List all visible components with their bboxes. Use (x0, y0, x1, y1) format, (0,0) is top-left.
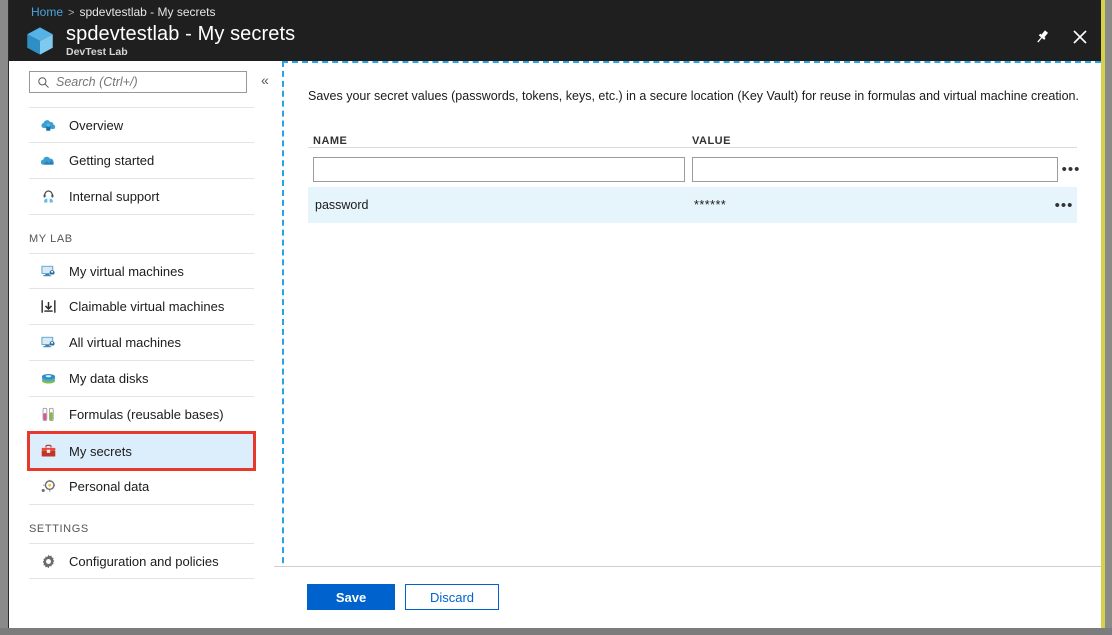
sidebar-item-label: Internal support (69, 189, 159, 204)
breadcrumb-home-link[interactable]: Home (31, 5, 63, 19)
collapse-nav-button[interactable]: « (261, 73, 269, 87)
sidebar-item-label: My secrets (69, 444, 132, 459)
sidebar-item-personal-data[interactable]: Personal data (29, 469, 254, 505)
window-bottom-strip (0, 628, 1112, 635)
secrets-grid: NAME VALUE ••• password (308, 123, 1077, 223)
new-secret-row: ••• (308, 148, 1077, 187)
column-header-value: VALUE (690, 135, 1051, 147)
gear-icon (39, 552, 57, 570)
content-pane: Saves your secret values (passwords, tok… (274, 61, 1101, 628)
page-title: spdevtestlab - My secrets (66, 24, 295, 44)
sidebar-item-my-secrets[interactable]: My secrets (29, 433, 254, 469)
screen: Home > spdevtestlab - My secrets spdevtest… (0, 0, 1112, 635)
column-header-name: NAME (308, 135, 690, 147)
new-secret-value-input[interactable] (692, 157, 1058, 182)
new-secret-name-cell (308, 157, 690, 182)
sidebar-item-label: Overview (69, 118, 123, 133)
breadcrumb-separator: > (68, 7, 74, 19)
search-input[interactable] (56, 75, 226, 89)
sidebar-item-getting-started[interactable]: Getting started (29, 143, 254, 179)
sidebar-item-label: Configuration and policies (69, 554, 219, 569)
blade-window: Home > spdevtestlab - My secrets spdevtest… (8, 0, 1105, 628)
breadcrumb-current: spdevtestlab - My secrets (79, 5, 215, 19)
toolbox-icon (39, 442, 57, 460)
sidebar-item-label: My data disks (69, 371, 148, 386)
virtual-machine-icon (39, 262, 57, 280)
page-subtitle: DevTest Lab (66, 47, 295, 58)
window-left-strip (0, 0, 8, 635)
getting-started-icon (39, 152, 57, 170)
new-secret-row-menu-button[interactable]: ••• (1058, 162, 1084, 177)
table-row[interactable]: password ****** ••• (308, 187, 1077, 223)
save-button[interactable]: Save (307, 584, 395, 610)
left-navigation: « Overview (9, 61, 274, 628)
devtest-lab-cube-icon (23, 24, 57, 58)
secrets-description: Saves your secret values (passwords, tok… (308, 89, 1079, 103)
breadcrumb: Home > spdevtestlab - My secrets (31, 5, 216, 19)
data-disk-icon (39, 370, 57, 388)
sidebar-item-formulas[interactable]: Formulas (reusable bases) (29, 397, 254, 433)
blade-body: « Overview (9, 61, 1101, 628)
sidebar-item-internal-support[interactable]: Internal support (29, 179, 254, 215)
sidebar-item-label: Formulas (reusable bases) (69, 407, 224, 422)
grid-header-row: NAME VALUE (308, 123, 1077, 148)
secret-value: ****** (690, 198, 1051, 212)
sidebar-item-label: Personal data (69, 479, 149, 494)
blade-title-row: spdevtestlab - My secrets DevTest Lab (23, 24, 295, 58)
header-actions (1031, 26, 1091, 48)
secret-row-menu-button[interactable]: ••• (1051, 198, 1077, 213)
close-icon[interactable] (1069, 26, 1091, 48)
search-icon (37, 76, 50, 89)
test-tubes-icon (39, 406, 57, 424)
discard-button[interactable]: Discard (405, 584, 499, 610)
sidebar-item-all-virtual-machines[interactable]: All virtual machines (29, 325, 254, 361)
overview-icon (39, 116, 57, 134)
sidebar-item-configuration-and-policies[interactable]: Configuration and policies (29, 543, 254, 579)
secret-name: password (308, 198, 690, 212)
sidebar-item-my-data-disks[interactable]: My data disks (29, 361, 254, 397)
sidebar-item-claimable-virtual-machines[interactable]: Claimable virtual machines (29, 289, 254, 325)
sidebar-item-label: All virtual machines (69, 335, 181, 350)
download-box-icon (39, 298, 57, 316)
search-row: « (9, 61, 274, 97)
blade-header: Home > spdevtestlab - My secrets spdevtest… (9, 0, 1101, 61)
sidebar-item-label: Getting started (69, 153, 154, 168)
nav-list: Overview Getting started (9, 107, 274, 579)
search-box[interactable] (29, 71, 247, 93)
sidebar-group-my-lab: MY LAB (29, 215, 254, 253)
sidebar-group-settings: SETTINGS (29, 505, 254, 543)
personal-data-icon (39, 478, 57, 496)
sidebar-item-overview[interactable]: Overview (29, 107, 254, 143)
sidebar-item-label: Claimable virtual machines (69, 299, 224, 314)
new-secret-value-cell (690, 157, 1058, 182)
sidebar-item-my-virtual-machines[interactable]: My virtual machines (29, 253, 254, 289)
pin-icon[interactable] (1031, 26, 1053, 48)
new-secret-name-input[interactable] (313, 157, 685, 182)
action-footer: Save Discard (274, 566, 1101, 628)
sidebar-item-label: My virtual machines (69, 264, 184, 279)
internal-support-icon (39, 188, 57, 206)
virtual-machine-icon (39, 334, 57, 352)
